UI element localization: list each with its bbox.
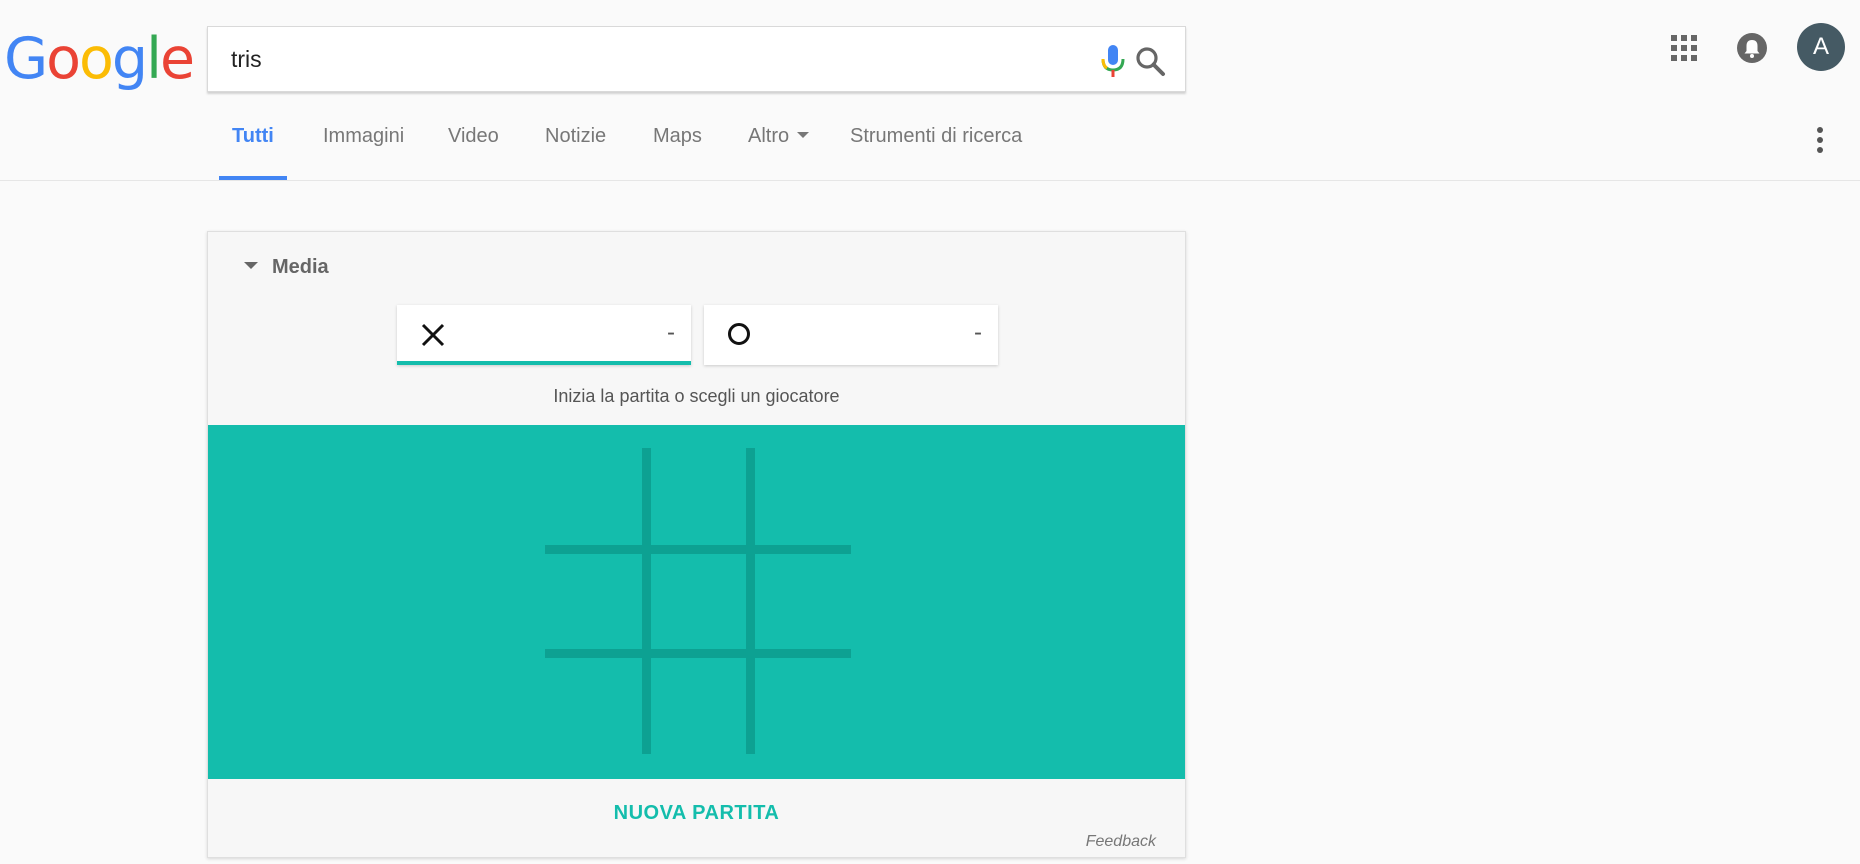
logo-letter: o	[46, 26, 81, 92]
grid-line	[545, 649, 851, 658]
grid-line	[746, 448, 755, 754]
player-x-score: -	[667, 319, 675, 346]
avatar[interactable]: A	[1797, 23, 1845, 71]
o-mark-icon	[728, 323, 750, 345]
more-vertical-icon[interactable]	[1810, 124, 1830, 156]
tab-altro[interactable]: Altro	[748, 125, 810, 148]
board-cell[interactable]	[749, 448, 851, 550]
logo-letter: e	[159, 26, 195, 92]
player-o-button[interactable]: -	[704, 305, 998, 365]
tab-notizie[interactable]: Notizie	[545, 125, 606, 148]
difficulty-dropdown[interactable]: Media	[244, 256, 329, 279]
mic-icon[interactable]	[1098, 44, 1128, 78]
tab-altro-label: Altro	[748, 125, 790, 147]
tab-strumenti-di-ricerca[interactable]: Strumenti di ricerca	[850, 125, 1022, 148]
caret-down-icon	[244, 262, 258, 270]
google-logo[interactable]: Google	[4, 26, 195, 92]
board-cell[interactable]	[749, 652, 851, 754]
logo-letter: o	[79, 26, 114, 92]
tab-video[interactable]: Video	[448, 125, 499, 148]
active-tab-indicator	[219, 176, 287, 180]
player-x-button[interactable]: -	[397, 305, 691, 365]
board-cell[interactable]	[545, 448, 647, 550]
board-cell[interactable]	[647, 652, 749, 754]
feedback-link[interactable]: Feedback	[1086, 833, 1156, 851]
board-cell[interactable]	[647, 550, 749, 652]
difficulty-label: Media	[272, 256, 329, 278]
notifications-bell-icon[interactable]	[1736, 32, 1768, 64]
board-cell[interactable]	[647, 448, 749, 550]
tic-tac-toe-card: Media - - Inizia la partita o scegli un …	[207, 231, 1186, 858]
player-o-score: -	[974, 319, 982, 346]
search-icon[interactable]	[1134, 45, 1166, 77]
board-cell[interactable]	[749, 550, 851, 652]
search-input[interactable]	[231, 39, 1031, 79]
tab-maps[interactable]: Maps	[653, 125, 702, 148]
tic-tac-toe-board	[545, 448, 851, 754]
apps-grid-icon[interactable]	[1670, 34, 1698, 62]
tab-immagini[interactable]: Immagini	[323, 125, 404, 148]
search-tabs: Tutti Immagini Video Notizie Maps Altro …	[0, 112, 1860, 181]
logo-letter: l	[146, 26, 162, 92]
tab-tutti[interactable]: Tutti	[232, 125, 274, 148]
grid-line	[545, 545, 851, 554]
logo-letter: G	[4, 26, 48, 92]
search-box	[207, 26, 1186, 92]
board-cell[interactable]	[545, 652, 647, 754]
grid-line	[642, 448, 651, 754]
game-board-area	[208, 425, 1185, 779]
x-mark-icon	[421, 323, 445, 347]
chevron-down-icon	[797, 131, 810, 138]
logo-letter: g	[111, 26, 148, 92]
game-hint: Inizia la partita o scegli un giocatore	[553, 386, 840, 406]
board-cell[interactable]	[545, 550, 647, 652]
new-game-button[interactable]: NUOVA PARTITA	[208, 802, 1185, 825]
